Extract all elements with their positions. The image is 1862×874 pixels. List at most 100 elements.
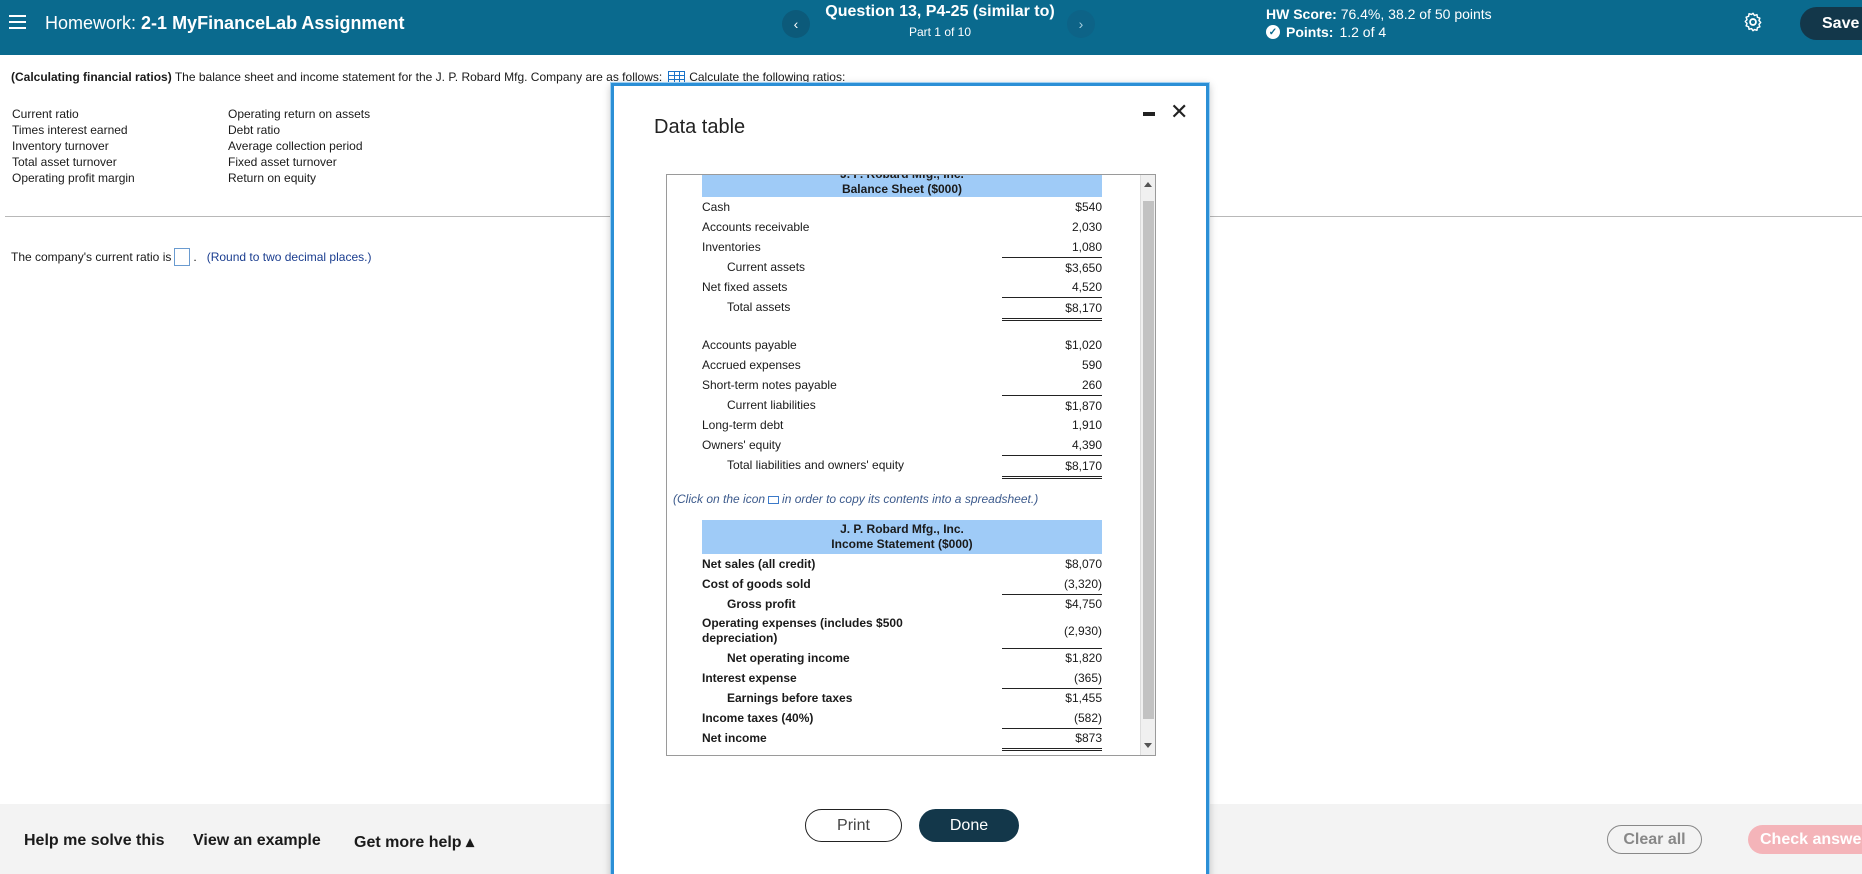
help-me-solve-button[interactable]: Help me solve this (24, 832, 165, 850)
answer-line: The company's current ratio is . (Round … (11, 248, 371, 266)
clear-all-button[interactable]: Clear all (1607, 825, 1702, 854)
table-row: Gross profit $4,750 (702, 594, 1102, 614)
row-value: $3,650 (1002, 257, 1102, 278)
points-value: 1.2 of 4 (1339, 24, 1387, 40)
balance-sheet-company: J. P. Robard Mfg., Inc. (840, 174, 964, 181)
table-row: Current assets $3,650 (702, 257, 1102, 277)
question-part: Part 1 of 10 (908, 25, 972, 39)
row-label: Current liabilities (727, 398, 816, 412)
check-answer-button[interactable]: Check answe (1748, 825, 1862, 854)
row-value: $8,070 (1065, 557, 1102, 571)
row-label: Accounts receivable (702, 220, 810, 234)
scroll-down-arrow-icon[interactable] (1144, 743, 1152, 748)
close-icon[interactable]: ✕ (1170, 101, 1188, 123)
ratio-item: Return on equity (228, 171, 317, 185)
table-row: Operating expenses (includes $500 deprec… (702, 614, 1102, 649)
save-button[interactable]: Save (1800, 7, 1862, 40)
row-value: $1,870 (1002, 395, 1102, 416)
hw-score: HW Score: 76.4%, 38.2 of 50 points (1266, 6, 1492, 22)
ratio-list-left: Current ratio Times interest earned Inve… (12, 106, 135, 186)
ratio-item: Operating return on assets (228, 107, 371, 121)
row-label: Accrued expenses (702, 358, 801, 372)
copy-note-before: (Click on the icon (673, 492, 766, 506)
table-row: Net operating income $1,820 (702, 648, 1102, 668)
row-label: Cost of goods sold (702, 577, 811, 591)
previous-question-button[interactable]: ‹ (782, 10, 810, 38)
view-example-button[interactable]: View an example (193, 832, 321, 850)
homework-title: Homework: 2-1 MyFinanceLab Assignment (45, 13, 404, 34)
gear-icon[interactable] (1742, 11, 1764, 33)
row-label: Net income (702, 731, 767, 745)
scroll-up-arrow-icon[interactable] (1144, 182, 1152, 187)
row-label: Gross profit (727, 597, 796, 611)
table-row: Total assets $8,170 (702, 297, 1102, 321)
row-value: 1,080 (1071, 240, 1102, 254)
spacer-row (702, 317, 1102, 335)
row-value: (3,320) (1002, 574, 1102, 595)
row-label: Interest expense (702, 671, 797, 685)
row-value: 260 (1081, 378, 1102, 392)
homework-title-prefix: Homework: (45, 13, 137, 33)
row-label: Owners' equity (702, 438, 781, 452)
table-row: Net sales (all credit) $8,070 (702, 554, 1102, 574)
row-label: Short-term notes payable (702, 378, 837, 392)
table-row: Cost of goods sold (3,320) (702, 574, 1102, 595)
ratio-list-right: Operating return on assets Debt ratio Av… (228, 106, 370, 186)
ratio-item: Operating profit margin (12, 171, 135, 185)
row-label: Inventories (702, 240, 761, 254)
table-row: Short-term notes payable 260 (702, 375, 1102, 395)
points-label: Points: (1286, 24, 1334, 40)
balance-sheet: J. P. Robard Mfg., Inc. Balance Sheet ($… (702, 174, 1102, 479)
row-label: Total assets (727, 300, 791, 314)
balance-sheet-heading: Balance Sheet ($000) (841, 182, 963, 196)
table-row: Accounts payable $1,020 (702, 335, 1102, 355)
print-button[interactable]: Print (805, 809, 902, 842)
row-value: (582) (1002, 708, 1102, 729)
round-note: (Round to two decimal places.) (206, 250, 372, 264)
row-value: $1,455 (1065, 691, 1102, 705)
ratio-item: Average collection period (228, 139, 363, 153)
table-row: Net income $873 (702, 728, 1102, 751)
row-value: (365) (1002, 668, 1102, 689)
table-row: Long-term debt 1,910 (702, 415, 1102, 435)
table-row: Current liabilities $1,870 (702, 395, 1102, 415)
scrollbar[interactable] (1140, 175, 1155, 755)
partial-credit-icon: ✓ (1266, 25, 1280, 39)
hw-score-value: 76.4%, 38.2 of 50 points (1340, 6, 1492, 22)
row-value: 1,910 (1071, 418, 1102, 432)
data-table-scroll-area[interactable]: J. P. Robard Mfg., Inc. Balance Sheet ($… (666, 174, 1156, 756)
row-label: Total liabilities and owners' equity (727, 458, 905, 472)
get-more-help-button[interactable]: Get more help ▴ (354, 832, 474, 852)
row-label: Current assets (727, 260, 806, 274)
row-label: Operating expenses (includes $500 deprec… (702, 616, 903, 645)
prompt-after: Calculate the following ratios: (689, 70, 846, 84)
table-row: Accounts receivable 2,030 (702, 217, 1102, 237)
row-value: 4,520 (1071, 280, 1102, 294)
copy-to-spreadsheet-icon[interactable] (768, 496, 780, 504)
next-question-button[interactable]: › (1067, 10, 1095, 38)
ratio-item: Times interest earned (12, 123, 128, 137)
income-statement: J. P. Robard Mfg., Inc. Income Statement… (702, 520, 1102, 751)
table-row: Total liabilities and owners' equity $8,1… (702, 455, 1102, 479)
table-row: Accrued expenses 590 (702, 355, 1102, 375)
menu-icon[interactable] (9, 15, 26, 29)
row-label: Cash (702, 200, 731, 214)
copy-note: (Click on the icon in order to copy its c… (673, 492, 1038, 506)
table-row: Earnings before taxes $1,455 (702, 688, 1102, 708)
minimize-icon[interactable] (1143, 112, 1155, 116)
data-table-dialog: Data table ✕ J. P. Robard Mfg., Inc. Bal… (611, 83, 1209, 874)
points: ✓ Points: 1.2 of 4 (1266, 24, 1386, 40)
data-table-icon[interactable] (668, 71, 686, 83)
row-label: Net operating income (727, 651, 850, 665)
done-button[interactable]: Done (919, 809, 1019, 842)
table-row: Cash $540 (702, 197, 1102, 217)
row-value: 2,030 (1071, 220, 1102, 234)
row-value: $1,020 (1065, 338, 1102, 352)
scrollbar-thumb[interactable] (1143, 201, 1154, 719)
hw-score-label: HW Score: (1266, 6, 1337, 22)
row-label: Income taxes (40%) (702, 711, 814, 725)
current-ratio-input[interactable] (174, 248, 191, 266)
prompt-text: The balance sheet and income statement f… (174, 70, 663, 84)
table-row: Interest expense (365) (702, 668, 1102, 689)
table-row: Income taxes (40%) (582) (702, 708, 1102, 729)
